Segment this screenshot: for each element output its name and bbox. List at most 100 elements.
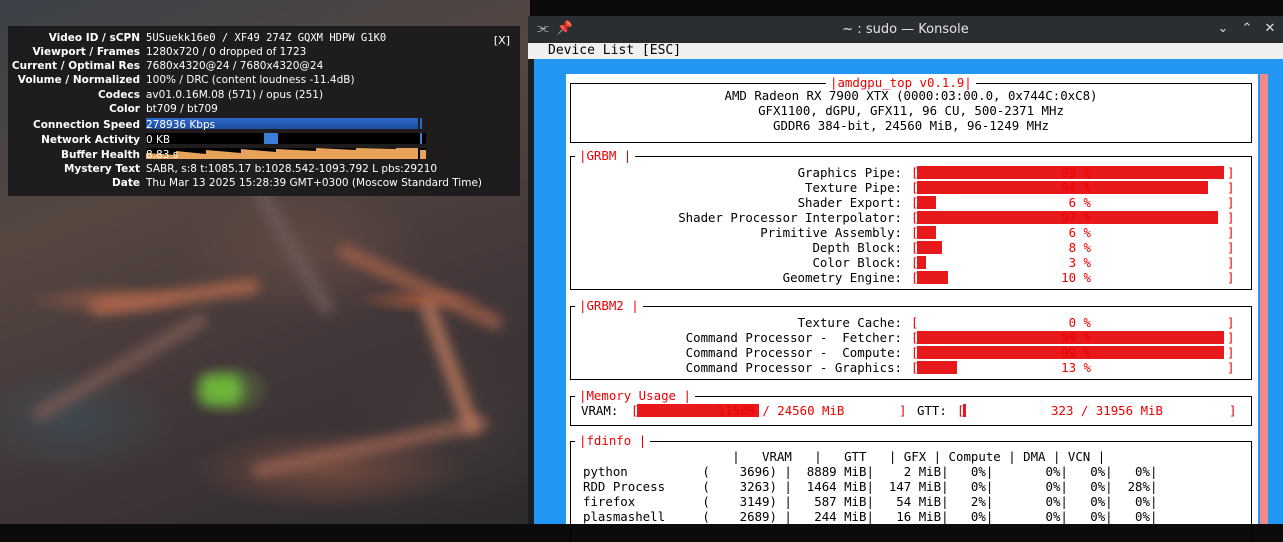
grbm-box: |GRBM | Graphics Pipe: [99 %] Texture Pipe…	[570, 148, 1252, 290]
vram-gauge: [ 11508 / 24560 MiB ]	[631, 403, 907, 418]
gauge-label: Texture Pipe:	[805, 180, 902, 195]
gauge-bar: [94 %]	[911, 180, 1235, 195]
gauge-label: Graphics Pipe:	[797, 165, 902, 180]
fdinfo-row: python ( 3696) | 8889 MiB| 2 MiB| 0%| 0%…	[583, 464, 1158, 479]
terminal-area[interactable]: |amdgpu_top v0.1.9| AMD Radeon RX 7900 X…	[534, 59, 1283, 542]
gauge-label: Shader Processor Interpolator:	[678, 210, 902, 225]
gauge-bar: [6 %]	[911, 195, 1235, 210]
device-line-3: GDDR6 384-bit, 24560 MiB, 96-1249 MHz	[772, 118, 1049, 133]
gtt-label: GTT:	[917, 403, 947, 418]
window-titlebar[interactable]: ⫘ 📌 ~ : sudo — Konsole ⌄ ⌃ ✕	[528, 16, 1283, 43]
fdinfo-title: |fdinfo |	[575, 433, 651, 449]
stat-label: Color	[109, 103, 140, 115]
stat-row: Date Thu Mar 13 2025 15:28:39 GMT+0300 (M…	[8, 176, 520, 190]
maximize-icon[interactable]: ⌃	[1238, 20, 1256, 38]
vram-label: VRAM:	[581, 403, 619, 418]
scrollbar[interactable]	[1260, 74, 1268, 524]
gauge-percent: 99 %	[1061, 165, 1091, 180]
vram-value: 11508 / 24560 MiB	[717, 403, 845, 418]
video-blur-stick	[89, 278, 261, 316]
video-blur-stick	[335, 242, 505, 332]
gauge-label: Texture Cache:	[797, 315, 902, 330]
gtt-value: 323 / 31956 MiB	[1051, 403, 1163, 418]
gauge-bar: [13 %]	[911, 360, 1235, 375]
stat-row: Network Activity 0 KB	[8, 133, 520, 147]
gauge-fill	[917, 256, 926, 269]
window-title: ~ : sudo — Konsole	[842, 22, 969, 37]
stat-label: Buffer Health	[60, 149, 140, 161]
gauge-label: Color Block:	[812, 255, 902, 270]
stat-label: Mystery Text	[63, 163, 140, 175]
gauge-fill	[917, 196, 936, 209]
stat-value: 8.83 s	[146, 149, 179, 161]
gauge-percent: 94 %	[1061, 180, 1091, 195]
gauge-label: Depth Block:	[812, 240, 902, 255]
gauge-fill	[917, 241, 942, 254]
gauge-percent: 97 %	[1061, 210, 1091, 225]
grbm2-box: |GRBM2 | Texture Cache: [0 %] Command Proc…	[570, 298, 1252, 380]
stat-row: Connection Speed 278936 Kbps	[8, 118, 520, 132]
device-list-tab[interactable]: Device List [ESC]	[528, 43, 1283, 59]
gauge-percent: 8 %	[1068, 240, 1091, 255]
gauge-percent: 10 %	[1061, 270, 1091, 285]
gtt-gauge: [ 323 / 31956 MiB ]	[957, 403, 1237, 418]
gauge-percent: 13 %	[1061, 360, 1091, 375]
device-line-1: AMD Radeon RX 7900 XTX (0000:03:00.0, 0x…	[724, 88, 1098, 103]
gauge-bar: [99 %]	[911, 165, 1235, 180]
gauge-percent: 99 %	[1061, 330, 1091, 345]
stat-row: Volume / Normalized 100% / DRC (content l…	[8, 73, 520, 87]
stat-row: Viewport / Frames 1280x720 / 0 dropped of…	[8, 45, 520, 59]
gauge-percent: 6 %	[1068, 225, 1091, 240]
stat-value: 0 KB	[146, 134, 171, 146]
video-blur-stick	[419, 298, 481, 436]
gauge-bar: [8 %]	[911, 240, 1235, 255]
stat-row: Current / Optimal Res 7680x4320@24 / 7680…	[8, 59, 520, 73]
gauge-fill	[917, 361, 957, 374]
gauge-bar: [10 %]	[911, 270, 1235, 285]
gauge-label: Command Processor - Graphics:	[685, 360, 902, 375]
tab-label: Device List [ESC]	[548, 43, 682, 58]
stat-value: 7680x4320@24 / 7680x4320@24	[146, 60, 324, 72]
stat-label: Video ID / sCPN	[48, 32, 140, 44]
gauge-bar: [6 %]	[911, 225, 1235, 240]
stat-value: Thu Mar 13 2025 15:28:39 GMT+0300 (Mosco…	[146, 177, 482, 189]
stat-row: Mystery Text SABR, s:8 t:1085.17 b:1028.5…	[8, 162, 520, 176]
video-blur-stick	[200, 375, 240, 405]
stat-label: Codecs	[97, 89, 140, 101]
stat-value: av01.0.16M.08 (571) / opus (251)	[146, 89, 324, 101]
stat-label: Current / Optimal Res	[11, 60, 140, 72]
fdinfo-row: firefox ( 3149) | 587 MiB| 54 MiB| 2%| 0…	[583, 494, 1158, 509]
gauge-label: Shader Export:	[797, 195, 902, 210]
gauge-fill	[917, 271, 948, 284]
gauge-bar: [99 %]	[911, 330, 1235, 345]
memory-title: |Memory Usage |	[575, 388, 695, 404]
konsole-window: ⫘ 📌 ~ : sudo — Konsole ⌄ ⌃ ✕ Device List…	[528, 16, 1283, 542]
grbm2-title: |GRBM2 |	[575, 298, 643, 314]
close-icon[interactable]: ✕	[1261, 20, 1279, 38]
gtt-gauge-fill	[963, 404, 966, 417]
gauge-bar: [97 %]	[911, 210, 1235, 225]
gauge-bar: [0 %]	[911, 315, 1235, 330]
stat-value: bt709 / bt709	[146, 103, 218, 115]
gauge-percent: 99 %	[1061, 345, 1091, 360]
stat-value: SABR, s:8 t:1085.17 b:1028.542-1093.792 …	[146, 163, 438, 175]
stat-label: Network Activity	[41, 134, 140, 146]
stat-value: 5USuekk16e0 / XF49 274Z GQXM HDPW G1K0	[146, 32, 387, 44]
gauge-percent: 6 %	[1068, 195, 1091, 210]
gauge-label: Geometry Engine:	[782, 270, 902, 285]
device-info-box: |amdgpu_top v0.1.9| AMD Radeon RX 7900 X…	[570, 75, 1252, 143]
gauge-percent: 3 %	[1068, 255, 1091, 270]
stat-value: 100% / DRC (content loudness -11.4dB)	[146, 74, 355, 86]
stat-label: Connection Speed	[32, 119, 140, 131]
fdinfo-box: |fdinfo | | VRAM | GTT | GFX | Compute |…	[570, 433, 1252, 542]
gauge-label: Command Processor - Fetcher:	[685, 330, 902, 345]
video-blur-stick	[29, 310, 211, 424]
gauge-percent: 0 %	[1068, 315, 1091, 330]
minimize-icon[interactable]: ⌄	[1214, 20, 1232, 38]
stat-value: 1280x720 / 0 dropped of 1723	[146, 46, 307, 58]
fdinfo-header: | VRAM | GTT | GFX | Compute | DMA | VCN…	[583, 449, 1106, 464]
fdinfo-row: RDD Process ( 3263) | 1464 MiB| 147 MiB|…	[583, 479, 1158, 494]
stat-label: Viewport / Frames	[32, 46, 140, 58]
grbm-title: |GRBM |	[575, 148, 636, 164]
stat-row: Codecs av01.0.16M.08 (571) / opus (251)	[8, 88, 520, 102]
